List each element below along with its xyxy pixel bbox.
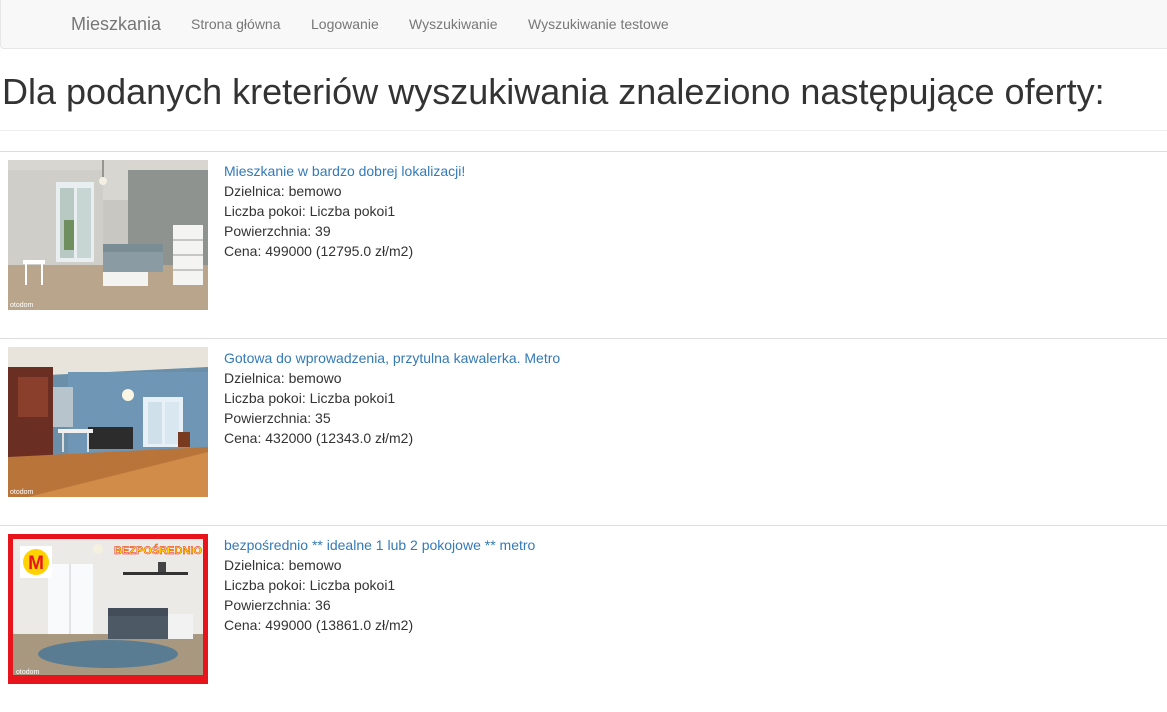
offer-area: Powierzchnia: 36 (224, 597, 331, 613)
direct-offer-badge: BEZPOŚREDNIO (114, 544, 202, 557)
photo-watermark: otodom (10, 489, 34, 496)
offer-title-link[interactable]: bezpośrednio ** idealne 1 lub 2 pokojowe… (224, 535, 535, 555)
offer-price: Cena: 432000 (12343.0 zł/m2) (224, 430, 414, 446)
offer-photo[interactable]: otodom (8, 347, 208, 497)
offer-area: Powierzchnia: 35 (224, 410, 331, 426)
offer-district: Dzielnica: bemowo (224, 183, 342, 199)
offer-title-link[interactable]: Gotowa do wprowadzenia, przytulna kawale… (224, 348, 560, 368)
offer-price: Cena: 499000 (13861.0 zł/m2) (224, 617, 414, 633)
offer-title-link[interactable]: Mieszkanie w bardzo dobrej lokalizacji! (224, 161, 465, 181)
offer-photo[interactable]: M BEZPOŚREDNIO otodom (8, 534, 208, 684)
page-title: Dla podanych kreteriów wyszukiwania znal… (2, 71, 1105, 112)
offer-rooms: Liczba pokoi: Liczba pokoi1 (224, 390, 396, 406)
nav-link-test-search[interactable]: Wyszukiwanie testowe (528, 0, 669, 48)
offer-item: otodom Mieszkanie w bardzo dobrej lokali… (0, 152, 1167, 338)
offer-rooms: Liczba pokoi: Liczba pokoi1 (224, 577, 396, 593)
offer-district: Dzielnica: bemowo (224, 557, 342, 573)
top-navbar: Mieszkania Strona główna Logowanie Wyszu… (0, 0, 1167, 49)
nav-link-search[interactable]: Wyszukiwanie (409, 0, 498, 48)
offer-district: Dzielnica: bemowo (224, 370, 342, 386)
offer-photo[interactable]: otodom (8, 160, 208, 310)
nav-link-login[interactable]: Logowanie (311, 0, 379, 48)
offer-item: otodom Gotowa do wprowadzenia, przytulna… (0, 339, 1167, 525)
metro-logo-icon: M (28, 553, 44, 574)
title-divider (0, 130, 1167, 131)
offer-area: Powierzchnia: 39 (224, 223, 331, 239)
nav-link-home[interactable]: Strona główna (191, 0, 281, 48)
offer-rooms: Liczba pokoi: Liczba pokoi1 (224, 203, 396, 219)
offer-price: Cena: 499000 (12795.0 zł/m2) (224, 243, 414, 259)
offer-item: M BEZPOŚREDNIO otodom bezpośrednio ** id… (0, 526, 1167, 712)
brand-link[interactable]: Mieszkania (71, 0, 161, 48)
photo-watermark: otodom (10, 302, 34, 309)
photo-watermark: otodom (16, 669, 40, 676)
